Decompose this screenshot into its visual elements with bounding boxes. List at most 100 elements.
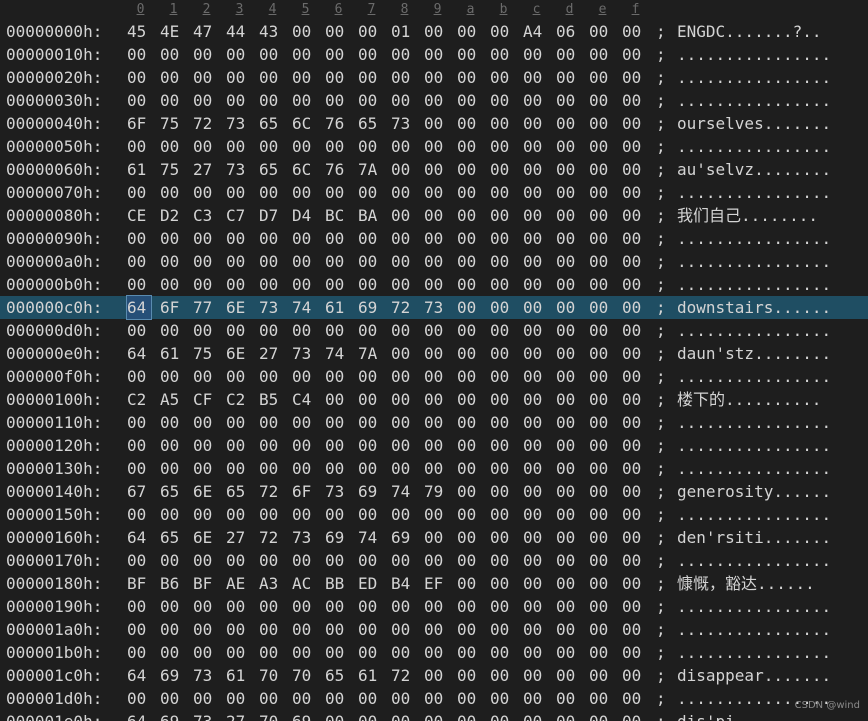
hex-byte[interactable]: 00	[556, 549, 580, 572]
hex-row[interactable]: 00000120h: 00 00 00 00 00 00 00 00 00 00 00 00 00 00 00…	[0, 434, 868, 457]
hex-byte[interactable]: 00	[160, 250, 184, 273]
hex-byte[interactable]: CF	[193, 388, 217, 411]
hex-byte[interactable]: 00	[490, 526, 514, 549]
hex-byte[interactable]: EF	[424, 572, 448, 595]
hex-byte[interactable]: BF	[127, 572, 151, 595]
hex-byte[interactable]: 00	[127, 411, 151, 434]
hex-byte[interactable]: 00	[259, 319, 283, 342]
ascii-text[interactable]: ................	[677, 66, 831, 89]
hex-byte[interactable]: 00	[226, 618, 250, 641]
hex-row[interactable]: 00000140h: 67 65 6E 65 72 6F 73 69 74 79 00 00 00 00 00…	[0, 480, 868, 503]
hex-byte[interactable]: 00	[292, 687, 316, 710]
hex-byte[interactable]: 00	[457, 135, 481, 158]
hex-byte[interactable]: 00	[292, 365, 316, 388]
hex-byte[interactable]: 74	[358, 526, 382, 549]
hex-byte[interactable]: 00	[556, 595, 580, 618]
ascii-text[interactable]: ................	[677, 319, 831, 342]
hex-byte[interactable]: 00	[391, 595, 415, 618]
hex-byte[interactable]: 00	[391, 181, 415, 204]
hex-byte[interactable]: 00	[160, 365, 184, 388]
hex-byte[interactable]: 00	[226, 457, 250, 480]
hex-byte[interactable]: 00	[127, 457, 151, 480]
hex-byte[interactable]: 00	[556, 434, 580, 457]
hex-byte[interactable]: 00	[589, 457, 613, 480]
hex-byte[interactable]: 00	[457, 503, 481, 526]
hex-byte[interactable]: 00	[160, 319, 184, 342]
hex-byte[interactable]: 00	[193, 43, 217, 66]
ascii-text[interactable]: 楼下的..........	[677, 388, 821, 411]
hex-byte[interactable]: 00	[424, 526, 448, 549]
hex-byte[interactable]: 00	[457, 20, 481, 43]
hex-byte[interactable]: 00	[490, 296, 514, 319]
hex-row[interactable]: 000001e0h: 64 69 73 27 70 69 00 00 00 00 00 00 00 00 00…	[0, 710, 868, 721]
hex-byte[interactable]: 72	[193, 112, 217, 135]
hex-byte[interactable]: 00	[226, 411, 250, 434]
hex-byte[interactable]: 00	[622, 595, 646, 618]
hex-byte[interactable]: 00	[523, 503, 547, 526]
hex-byte[interactable]: 00	[259, 641, 283, 664]
hex-byte[interactable]: 00	[127, 273, 151, 296]
hex-byte[interactable]: 00	[325, 181, 349, 204]
hex-byte[interactable]: 00	[490, 273, 514, 296]
hex-byte[interactable]: 64	[127, 526, 151, 549]
hex-byte[interactable]: 75	[160, 158, 184, 181]
hex-byte[interactable]: 00	[391, 687, 415, 710]
hex-byte[interactable]: C3	[193, 204, 217, 227]
hex-byte[interactable]: 00	[589, 503, 613, 526]
hex-byte[interactable]: 00	[226, 365, 250, 388]
hex-byte[interactable]: 00	[424, 457, 448, 480]
hex-byte[interactable]: 00	[226, 135, 250, 158]
hex-byte[interactable]: 00	[193, 227, 217, 250]
hex-byte[interactable]: 00	[457, 112, 481, 135]
hex-byte[interactable]: 00	[160, 618, 184, 641]
hex-byte[interactable]: 00	[622, 158, 646, 181]
hex-byte[interactable]: 00	[259, 273, 283, 296]
hex-row[interactable]: 00000040h: 6F 75 72 73 65 6C 76 65 73 00 00 00 00 00 00…	[0, 112, 868, 135]
hex-byte[interactable]: 00	[523, 135, 547, 158]
hex-byte[interactable]: 00	[490, 319, 514, 342]
hex-byte[interactable]: 00	[457, 158, 481, 181]
hex-byte[interactable]: 00	[589, 572, 613, 595]
hex-byte[interactable]: 00	[490, 710, 514, 721]
hex-row[interactable]: 00000180h: BF B6 BF AE A3 AC BB ED B4 EF 00 00 00 00 00…	[0, 572, 868, 595]
hex-byte[interactable]: 64	[127, 710, 151, 721]
hex-byte[interactable]: 00	[325, 135, 349, 158]
hex-byte[interactable]: 00	[490, 20, 514, 43]
ascii-text[interactable]: ................	[677, 365, 831, 388]
hex-byte[interactable]: 00	[391, 503, 415, 526]
hex-byte[interactable]: 00	[358, 434, 382, 457]
hex-byte[interactable]: 00	[391, 365, 415, 388]
hex-byte[interactable]: 00	[127, 250, 151, 273]
hex-byte[interactable]: 00	[556, 250, 580, 273]
hex-byte[interactable]: BA	[358, 204, 382, 227]
hex-byte[interactable]: 00	[127, 641, 151, 664]
ascii-text[interactable]: ................	[677, 43, 831, 66]
hex-byte[interactable]: 00	[589, 20, 613, 43]
hex-byte[interactable]: 00	[226, 549, 250, 572]
hex-byte[interactable]: 00	[358, 89, 382, 112]
hex-byte[interactable]: 00	[226, 89, 250, 112]
hex-row[interactable]: 00000050h: 00 00 00 00 00 00 00 00 00 00 00 00 00 00 00…	[0, 135, 868, 158]
hex-byte[interactable]: 00	[325, 89, 349, 112]
hex-byte[interactable]: 00	[358, 43, 382, 66]
hex-byte[interactable]: 00	[622, 20, 646, 43]
hex-byte[interactable]: 00	[490, 549, 514, 572]
hex-byte[interactable]: 6F	[127, 112, 151, 135]
ascii-text[interactable]: au'selvz........	[677, 158, 831, 181]
hex-byte[interactable]: 00	[391, 342, 415, 365]
hex-byte[interactable]: 6F	[160, 296, 184, 319]
ascii-text[interactable]: ................	[677, 503, 831, 526]
hex-byte[interactable]: 00	[622, 480, 646, 503]
hex-byte[interactable]: 00	[556, 273, 580, 296]
hex-byte[interactable]: 00	[622, 342, 646, 365]
hex-byte[interactable]: 00	[556, 503, 580, 526]
hex-byte[interactable]: 00	[325, 227, 349, 250]
hex-row[interactable]: 00000150h: 00 00 00 00 00 00 00 00 00 00 00 00 00 00 00…	[0, 503, 868, 526]
hex-byte[interactable]: C7	[226, 204, 250, 227]
hex-byte[interactable]: 00	[160, 227, 184, 250]
hex-byte[interactable]: 00	[556, 135, 580, 158]
hex-byte[interactable]: 00	[457, 641, 481, 664]
hex-byte[interactable]: 00	[325, 710, 349, 721]
hex-byte[interactable]: 00	[226, 434, 250, 457]
hex-byte[interactable]: 00	[556, 342, 580, 365]
